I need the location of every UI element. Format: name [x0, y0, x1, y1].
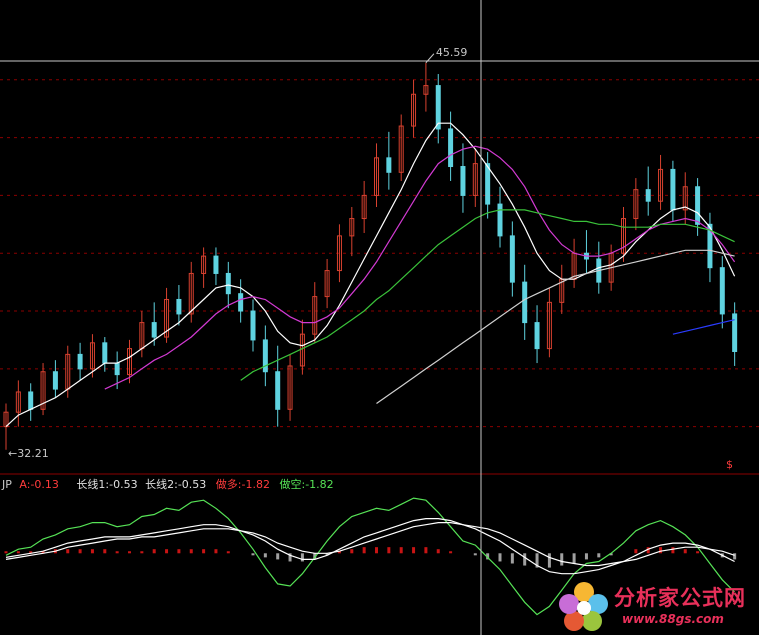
candle-body [151, 322, 157, 338]
candle-body [275, 371, 281, 410]
logo-url: www.88gs.com [622, 612, 724, 626]
indicator-long1-value: -0.53 [109, 478, 138, 491]
candle-body [102, 342, 108, 364]
candle-body [509, 235, 515, 283]
indicator-a-label: A: [19, 478, 31, 491]
candle-body [238, 293, 244, 312]
candle-body [114, 362, 120, 376]
candle-body [52, 371, 58, 390]
indicator-a-value: -0.13 [30, 478, 59, 491]
indicator-long1-label: 长线1: [76, 478, 110, 491]
price-high-label: 45.59 [435, 45, 468, 59]
candle-body [77, 353, 83, 370]
dollar-marker-icon: $ [726, 458, 733, 471]
indicator-short-pos-value: -1.82 [305, 478, 334, 491]
flower-logo-icon [559, 582, 608, 631]
candle-body [497, 203, 503, 237]
logo-name: 分析家公式网 [614, 586, 746, 610]
stock-chart-canvas[interactable] [0, 0, 759, 635]
candle-body [719, 267, 725, 315]
candle-body [225, 272, 231, 295]
site-logo[interactable]: 分析家公式网 www.88gs.com [556, 578, 756, 634]
indicator-long2-value: -0.53 [177, 478, 207, 491]
candle-body [522, 281, 528, 324]
candle-body [670, 168, 676, 211]
candle-body [448, 128, 454, 168]
candle-body [645, 189, 651, 202]
indicator-long2-label: 长线2: [145, 478, 178, 491]
candle-body [534, 322, 540, 350]
moving-average-line [5, 122, 736, 428]
indicator-line [5, 518, 735, 575]
candle-body [435, 85, 441, 130]
moving-average-line [672, 319, 735, 335]
indicator-long-pos-label: 做多: [215, 478, 242, 491]
candle-body [28, 391, 34, 410]
indicator-short-pos-label: 做空: [279, 478, 306, 491]
candle-body [460, 166, 466, 196]
indicator-name: JP [2, 478, 12, 491]
indicator-line [5, 522, 735, 567]
candle-body [250, 310, 256, 341]
moving-average-line [376, 249, 735, 404]
price-low-label: ←32.21 [8, 447, 49, 461]
candle-body [485, 163, 491, 205]
candle-body [213, 255, 219, 274]
candle-body [695, 186, 701, 225]
moving-average-line [104, 145, 736, 390]
indicator-long-pos-value: -1.82 [241, 478, 270, 491]
candle-body [176, 298, 182, 315]
indicator-legend: JP A:-0.13 长线1:-0.53 长线2:-0.53 做多:-1.82 … [2, 476, 334, 492]
candle-body [386, 157, 392, 173]
